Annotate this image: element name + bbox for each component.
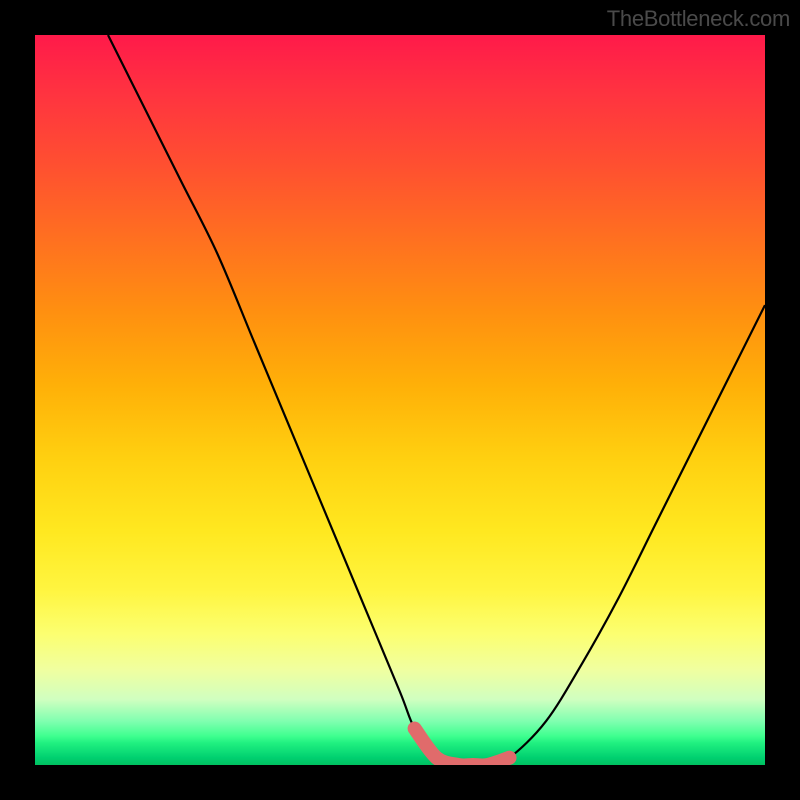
bottleneck-curve: [35, 35, 765, 765]
watermark-text: TheBottleneck.com: [607, 6, 790, 32]
plot-area: [35, 35, 765, 765]
chart-container: TheBottleneck.com: [0, 0, 800, 800]
